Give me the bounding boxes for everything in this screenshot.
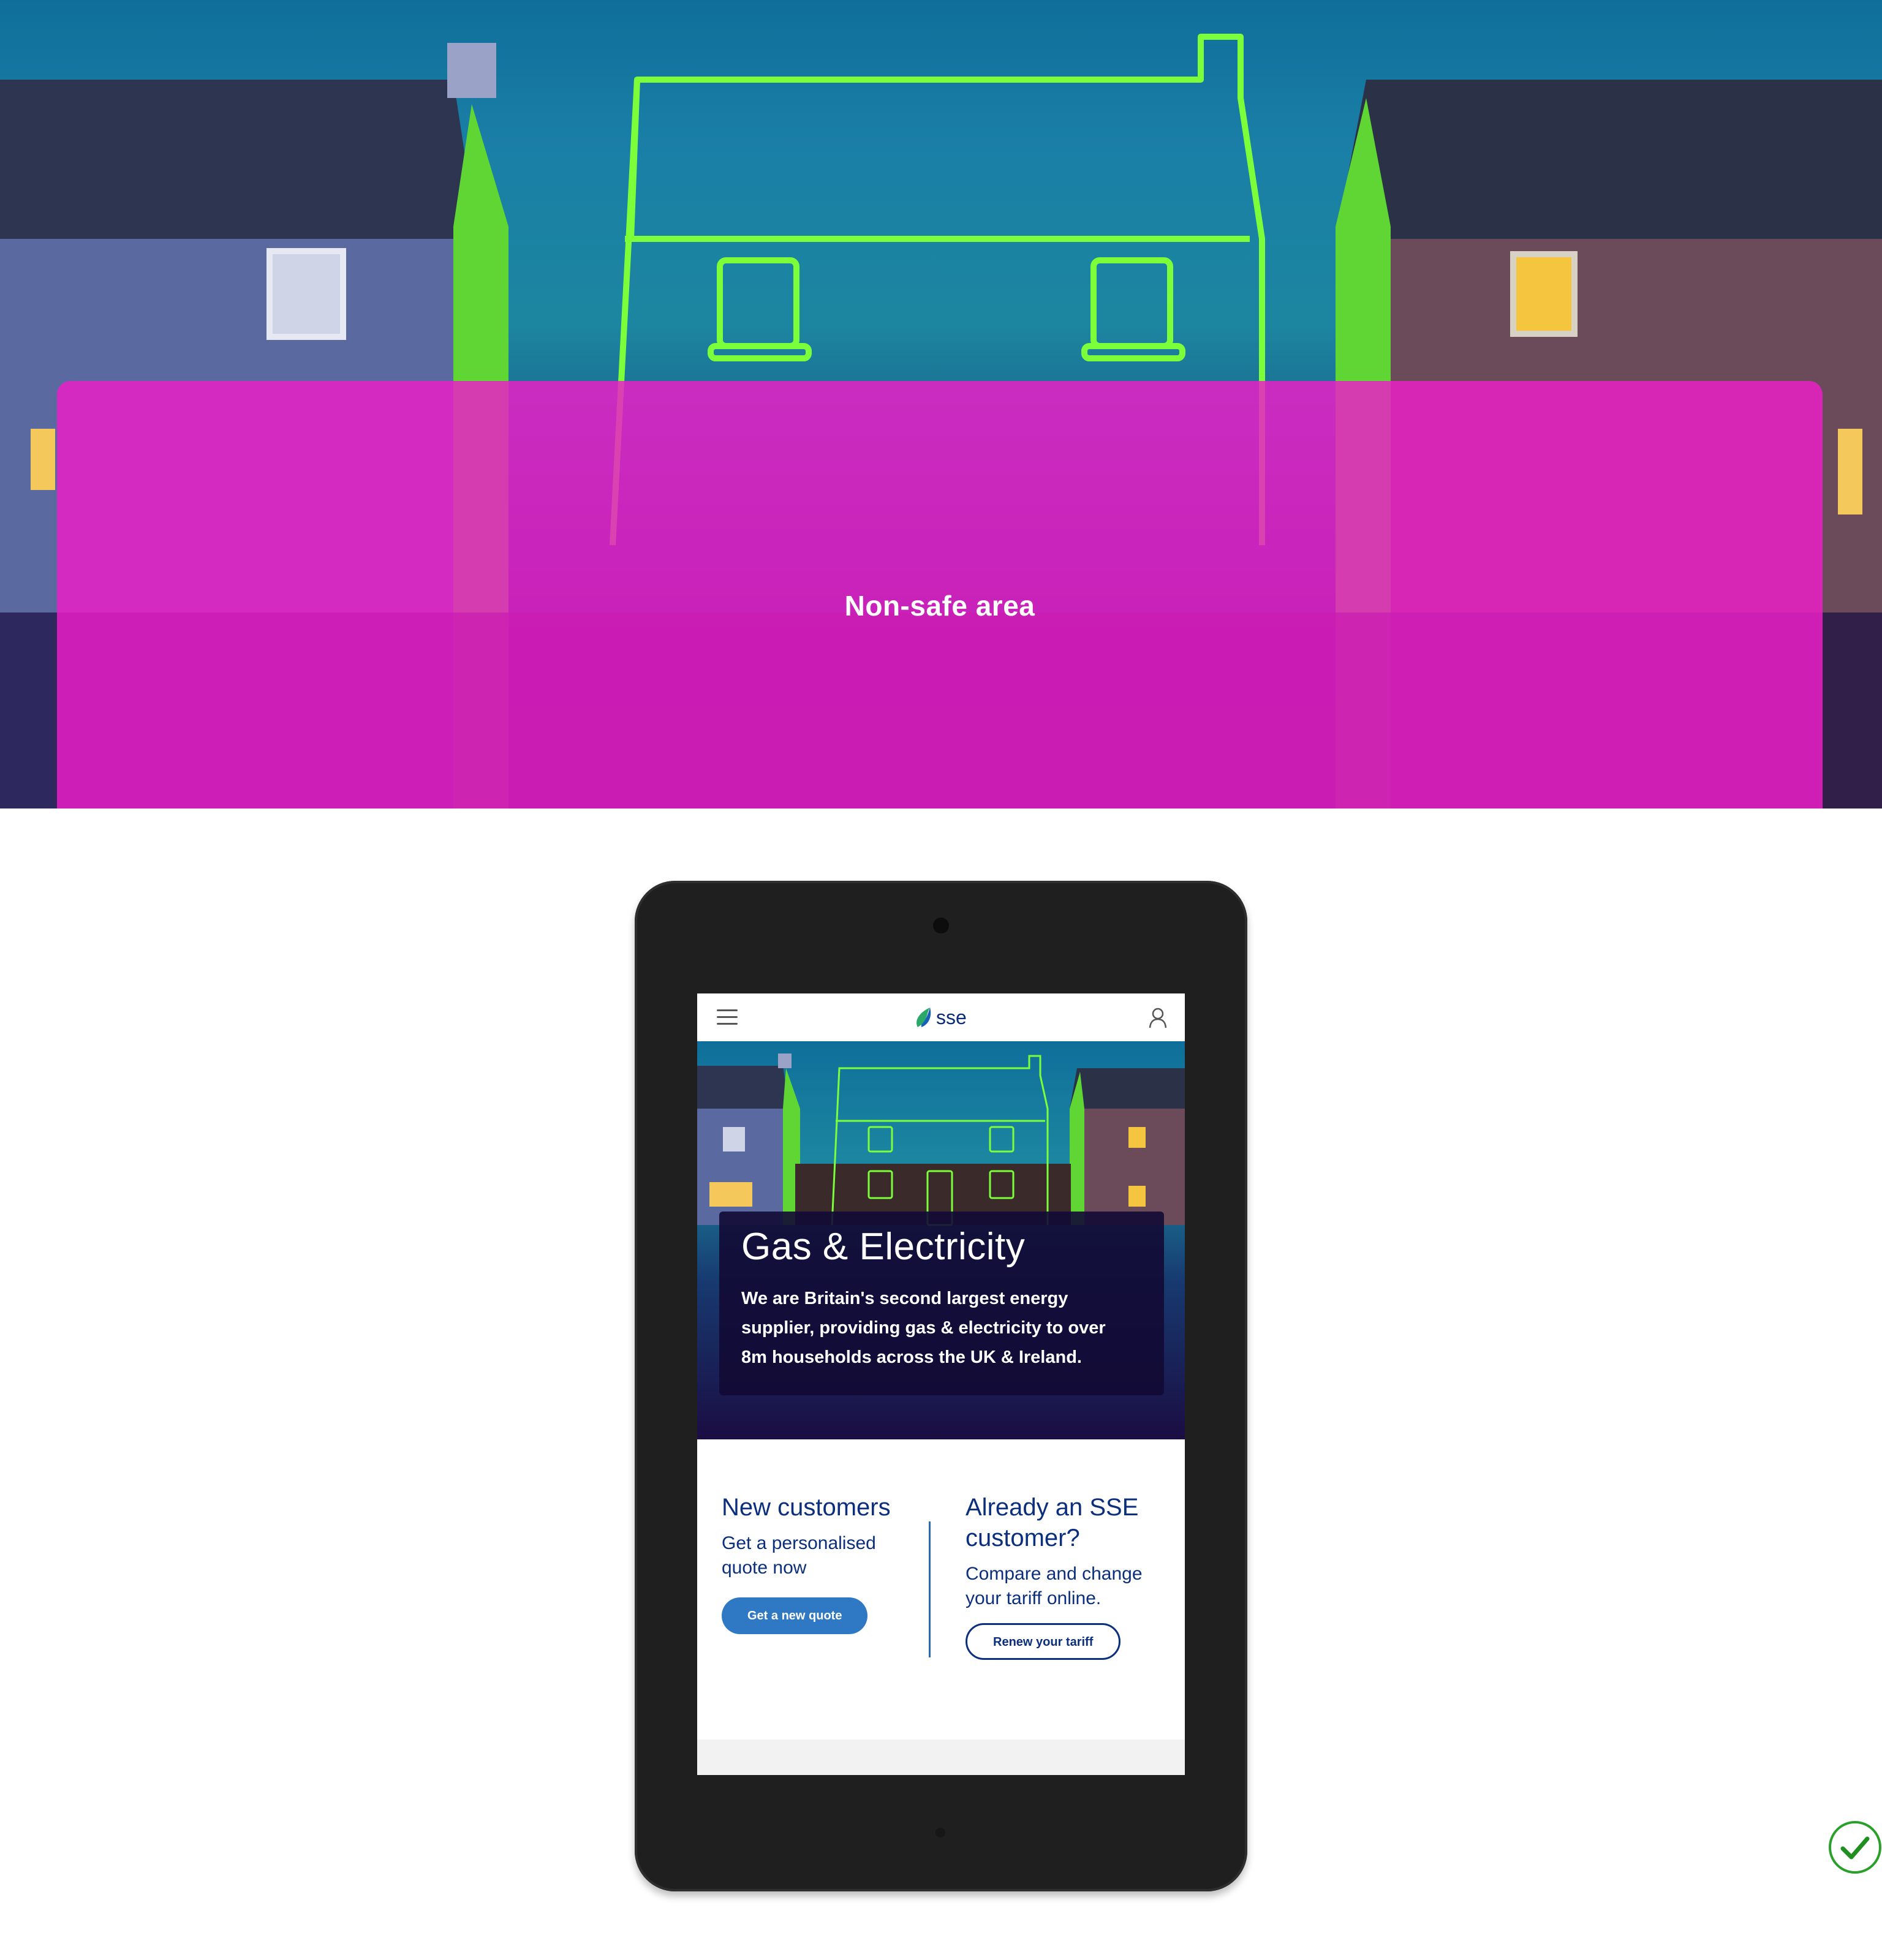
new-customers-section: New customers Get a personalised quote n… bbox=[722, 1492, 924, 1634]
existing-customers-section: Already an SSE customer? Compare and cha… bbox=[966, 1492, 1168, 1660]
non-safe-area-overlay: Non-safe area bbox=[57, 381, 1823, 809]
user-account-icon[interactable] bbox=[1147, 1007, 1168, 1029]
renew-tariff-button[interactable]: Renew your tariff bbox=[966, 1623, 1121, 1660]
existing-customers-subtext: Compare and change your tariff online. bbox=[966, 1564, 1143, 1608]
logo-text: sse bbox=[936, 1006, 967, 1028]
new-customers-subtext: Get a personalised quote now bbox=[722, 1533, 876, 1578]
mobile-hero: Gas & Electricity We are Britain's secon… bbox=[697, 1041, 1185, 1439]
tablet-screen: sse Gas & Electricity We are Britain's s… bbox=[697, 993, 1185, 1775]
sse-logo-icon bbox=[916, 1008, 931, 1027]
new-customers-heading: New customers bbox=[722, 1494, 891, 1521]
get-new-quote-button[interactable]: Get a new quote bbox=[722, 1597, 868, 1634]
tablet-device: sse Gas & Electricity We are Britain's s… bbox=[635, 881, 1247, 1891]
hero-description: We are Britain's second largest energy s… bbox=[741, 1289, 1106, 1367]
sse-logo[interactable]: sse bbox=[913, 1005, 967, 1030]
checkmark-icon bbox=[1829, 1821, 1881, 1874]
camera-icon bbox=[933, 918, 949, 933]
hero-text-card: Gas & Electricity We are Britain's secon… bbox=[719, 1212, 1164, 1395]
footer-strip bbox=[697, 1740, 1185, 1775]
hamburger-menu-icon[interactable] bbox=[717, 1009, 738, 1025]
home-button[interactable] bbox=[935, 1828, 945, 1838]
column-divider bbox=[929, 1521, 931, 1657]
top-navigation-bar: sse bbox=[697, 993, 1185, 1041]
overlay-label: Non-safe area bbox=[844, 590, 1035, 622]
customer-options: New customers Get a personalised quote n… bbox=[697, 1439, 1185, 1740]
existing-customers-heading: Already an SSE customer? bbox=[966, 1494, 1139, 1551]
hero-title: Gas & Electricity bbox=[741, 1226, 1026, 1268]
hero-banner: Non-safe area bbox=[0, 0, 1882, 809]
